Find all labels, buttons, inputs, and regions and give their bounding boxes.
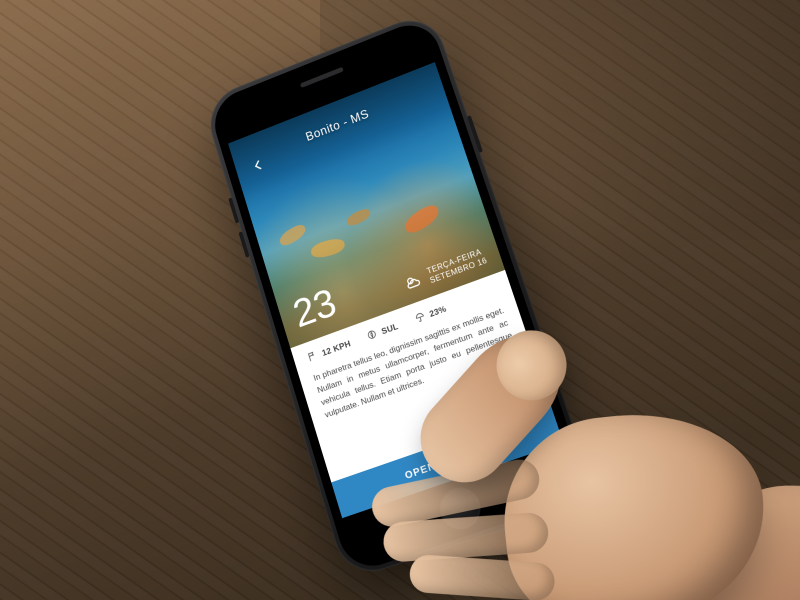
direction-value: SUL	[380, 321, 399, 336]
volume-down-button	[238, 231, 249, 258]
stat-precip: 23%	[413, 303, 448, 325]
fish-decoration	[277, 222, 308, 248]
fish-decoration	[310, 237, 346, 260]
temperature-value: 23	[289, 283, 341, 335]
photo-scene: Bonito - MS 23 TERÇA-FEIRA SETEMBRO 16	[0, 0, 800, 600]
wind-value: 12 KPH	[321, 338, 352, 358]
phone-speaker	[300, 67, 344, 88]
partly-cloudy-icon	[401, 270, 426, 295]
location-title: Bonito - MS	[233, 78, 445, 172]
umbrella-icon	[413, 311, 427, 325]
compass-icon	[365, 328, 378, 342]
volume-up-button	[228, 197, 239, 223]
home-button	[435, 482, 486, 534]
wrist	[699, 483, 800, 600]
precip-value: 23%	[428, 303, 448, 318]
flag-icon	[306, 350, 319, 364]
stat-direction: SUL	[365, 320, 399, 342]
fish-decoration	[401, 202, 442, 237]
ring-finger	[409, 554, 556, 600]
fish-decoration	[345, 207, 372, 228]
